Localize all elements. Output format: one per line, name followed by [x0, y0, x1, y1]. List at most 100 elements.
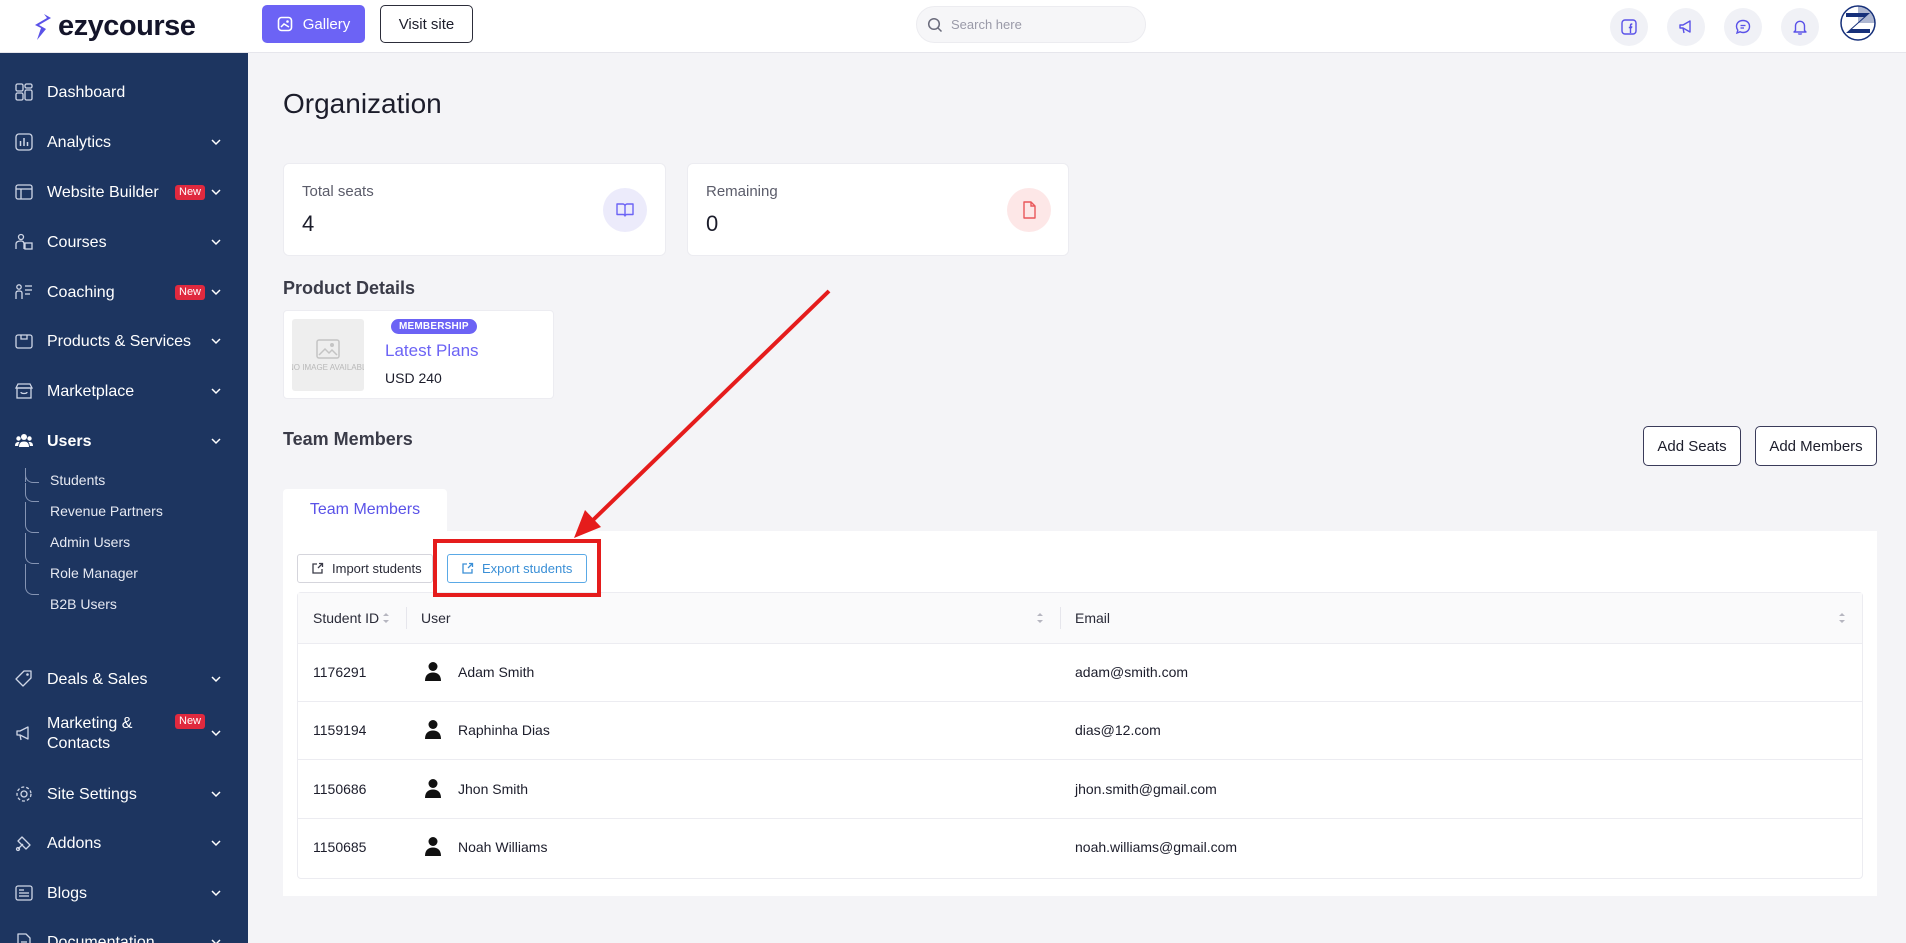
product-thumbnail: NO IMAGE AVAILABLE — [292, 319, 364, 391]
sidebar-item-documentation[interactable]: Documentation — [0, 920, 248, 943]
sidebar-item-marketing-contacts[interactable]: Marketing & Contacts New — [0, 706, 248, 760]
table-row[interactable]: 1159194 Raphinha Dias dias@12.com — [298, 702, 1862, 760]
sidebar-subitem-revenue-partners[interactable]: Revenue Partners — [50, 503, 163, 519]
sort-icon[interactable] — [1838, 611, 1846, 625]
facebook-button[interactable] — [1610, 8, 1648, 46]
visit-site-button[interactable]: Visit site — [380, 5, 473, 43]
stat-label: Total seats — [302, 183, 374, 200]
dashboard-icon — [15, 83, 33, 101]
chevron-down-icon — [211, 189, 221, 196]
page-title: Organization — [283, 88, 442, 119]
stat-icon-wrap — [603, 188, 647, 232]
column-header-email[interactable]: Email — [1075, 610, 1110, 626]
sidebar-subitem-b2b-users[interactable]: B2B Users — [50, 596, 117, 612]
logo-icon — [35, 13, 51, 40]
tree-branch — [25, 483, 39, 502]
table-header: Student ID User Email — [298, 593, 1862, 644]
new-badge: New — [175, 184, 206, 200]
sidebar-item-coaching[interactable]: Coaching New — [0, 270, 248, 314]
chevron-down-icon — [211, 730, 221, 737]
column-header-user[interactable]: User — [421, 610, 451, 626]
search-input[interactable] — [951, 17, 1121, 32]
documentation-icon — [17, 933, 31, 943]
analytics-icon — [15, 133, 33, 151]
sidebar-item-label: Coaching — [47, 283, 115, 301]
chevron-down-icon — [211, 676, 221, 683]
sidebar-item-website-builder[interactable]: Website Builder New — [0, 170, 248, 214]
sidebar-subitem-admin-users[interactable]: Admin Users — [50, 534, 130, 550]
brand-logo[interactable]: ezycourse — [34, 10, 196, 43]
sidebar-item-label: Website Builder — [47, 183, 159, 201]
import-students-label: Import students — [332, 561, 422, 576]
new-badge: New — [175, 714, 206, 729]
search-bar[interactable] — [916, 6, 1146, 43]
sidebar-item-analytics[interactable]: Analytics — [0, 120, 248, 164]
tree-branch — [25, 471, 39, 483]
settings-icon — [16, 786, 32, 802]
import-students-button[interactable]: Import students — [297, 554, 433, 583]
table-row[interactable]: 1150685 Noah Williams noah.williams@gmai… — [298, 819, 1862, 877]
sidebar-item-blogs[interactable]: Blogs — [0, 871, 248, 915]
user-email: noah.williams@gmail.com — [1075, 839, 1238, 855]
user-name[interactable]: Noah Williams — [458, 839, 547, 855]
add-seats-button[interactable]: Add Seats — [1643, 426, 1741, 466]
chevron-down-icon — [211, 438, 221, 445]
file-icon — [1023, 201, 1036, 219]
brand-name: ezycourse — [58, 10, 196, 42]
sidebar-item-addons[interactable]: Addons — [0, 821, 248, 865]
book-icon — [616, 203, 634, 217]
table-row[interactable]: 1176291 Adam Smith adam@smith.com — [298, 644, 1862, 702]
coaching-icon — [15, 284, 32, 299]
student-id: 1150686 — [313, 781, 367, 797]
user-name[interactable]: Jhon Smith — [458, 781, 528, 797]
chevron-down-icon — [211, 139, 221, 146]
notifications-button[interactable] — [1781, 8, 1819, 46]
new-badge: New — [175, 284, 206, 300]
sidebar-item-products-services[interactable]: Products & Services — [0, 319, 248, 363]
chevron-down-icon — [211, 338, 221, 345]
stat-card-total-seats: Total seats 4 — [283, 163, 666, 256]
user-email: dias@12.com — [1075, 722, 1161, 738]
column-header-student-id[interactable]: Student ID — [313, 610, 379, 626]
table-row[interactable]: 1150686 Jhon Smith jhon.smith@gmail.com — [298, 761, 1862, 819]
sort-icon[interactable] — [382, 611, 390, 625]
annotation-highlight-box — [433, 539, 601, 597]
website-icon — [15, 184, 33, 200]
sidebar-item-site-settings[interactable]: Site Settings — [0, 772, 248, 816]
student-id: 1150685 — [313, 839, 367, 855]
sidebar-subitem-role-manager[interactable]: Role Manager — [50, 565, 138, 581]
sidebar-item-deals-sales[interactable]: Deals & Sales — [0, 657, 248, 701]
sidebar-item-marketplace[interactable]: Marketplace — [0, 369, 248, 413]
add-members-button[interactable]: Add Members — [1755, 426, 1877, 466]
messages-button[interactable] — [1724, 8, 1762, 46]
external-link-icon — [312, 562, 324, 574]
sidebar-item-dashboard[interactable]: Dashboard — [0, 70, 248, 114]
tree-branch — [25, 502, 39, 533]
tree-branch — [25, 564, 39, 595]
product-name[interactable]: Latest Plans — [385, 341, 479, 361]
announcements-button[interactable] — [1667, 8, 1705, 46]
user-name[interactable]: Raphinha Dias — [458, 722, 550, 738]
user-name[interactable]: Adam Smith — [458, 664, 534, 680]
tab-team-members[interactable]: Team Members — [283, 489, 447, 531]
student-id: 1159194 — [313, 722, 367, 738]
user-email: adam@smith.com — [1075, 664, 1189, 680]
column-divider — [1060, 607, 1061, 629]
deals-icon — [15, 670, 32, 687]
sidebar-item-label: Addons — [47, 834, 102, 852]
sidebar-item-label: Users — [47, 432, 92, 450]
gallery-button[interactable]: Gallery — [262, 5, 365, 43]
sort-icon[interactable] — [1036, 611, 1044, 625]
profile-avatar[interactable] — [1840, 5, 1876, 41]
sidebar-item-users[interactable]: Users — [0, 419, 248, 463]
sidebar-subitem-students[interactable]: Students — [50, 472, 105, 488]
tree-branch — [25, 533, 39, 564]
stat-value: 0 — [706, 211, 719, 236]
courses-icon — [15, 233, 33, 250]
product-card[interactable]: NO IMAGE AVAILABLE MEMBERSHIP Latest Pla… — [283, 310, 554, 399]
search-icon — [927, 17, 943, 32]
sidebar-item-label-line2: Contacts — [47, 735, 111, 752]
product-details-heading: Product Details — [283, 278, 416, 298]
sidebar-item-courses[interactable]: Courses — [0, 220, 248, 264]
user-avatar-icon — [425, 720, 441, 739]
